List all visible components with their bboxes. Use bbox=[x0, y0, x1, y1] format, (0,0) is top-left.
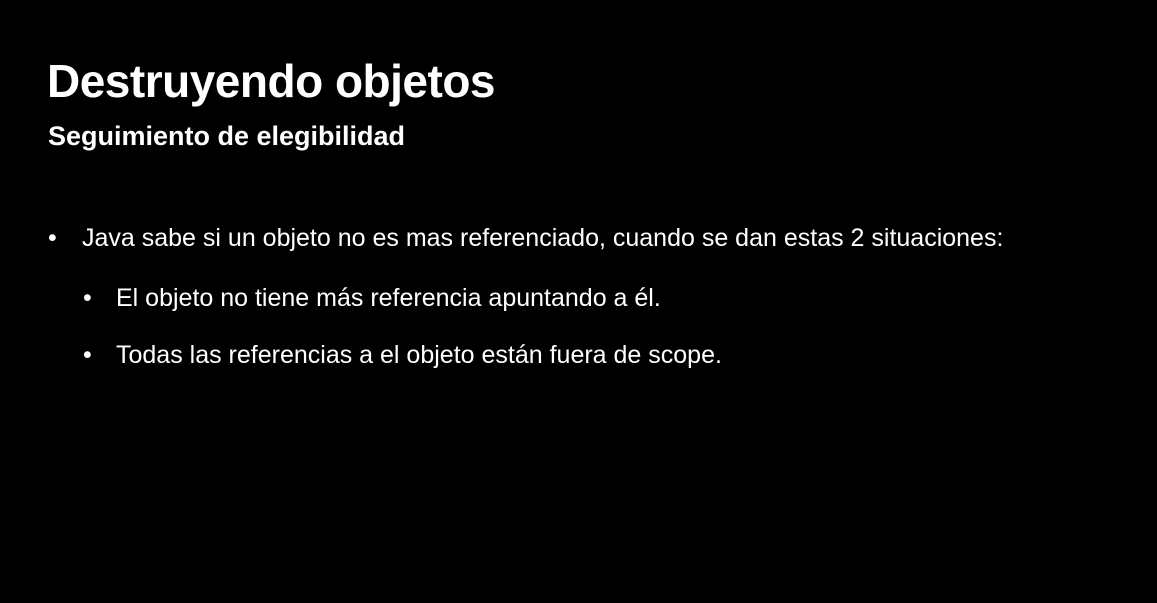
sub-bullet-text: Todas las referencias a el objeto están … bbox=[116, 341, 722, 369]
slide-title: Destruyendo objetos bbox=[47, 55, 496, 107]
sub-bullet-dot-icon: • bbox=[83, 284, 92, 312]
sub-bullet-item: • El objeto no tiene más referencia apun… bbox=[83, 282, 1108, 315]
bullet-item: • Java sabe si un objeto no es mas refer… bbox=[48, 222, 1108, 255]
slide-subtitle: Seguimiento de elegibilidad bbox=[48, 121, 406, 151]
bullet-dot-icon: • bbox=[48, 224, 57, 252]
sub-bullet-text: El objeto no tiene más referencia apunta… bbox=[116, 284, 661, 312]
bullet-list: • Java sabe si un objeto no es mas refer… bbox=[48, 222, 1108, 396]
sub-bullet-item: • Todas las referencias a el objeto está… bbox=[83, 339, 1108, 372]
sub-bullet-dot-icon: • bbox=[83, 341, 92, 369]
sub-bullet-list: • El objeto no tiene más referencia apun… bbox=[83, 282, 1108, 372]
bullet-text: Java sabe si un objeto no es mas referen… bbox=[82, 224, 1004, 252]
presentation-slide: Destruyendo objetos Seguimiento de elegi… bbox=[0, 0, 1157, 603]
